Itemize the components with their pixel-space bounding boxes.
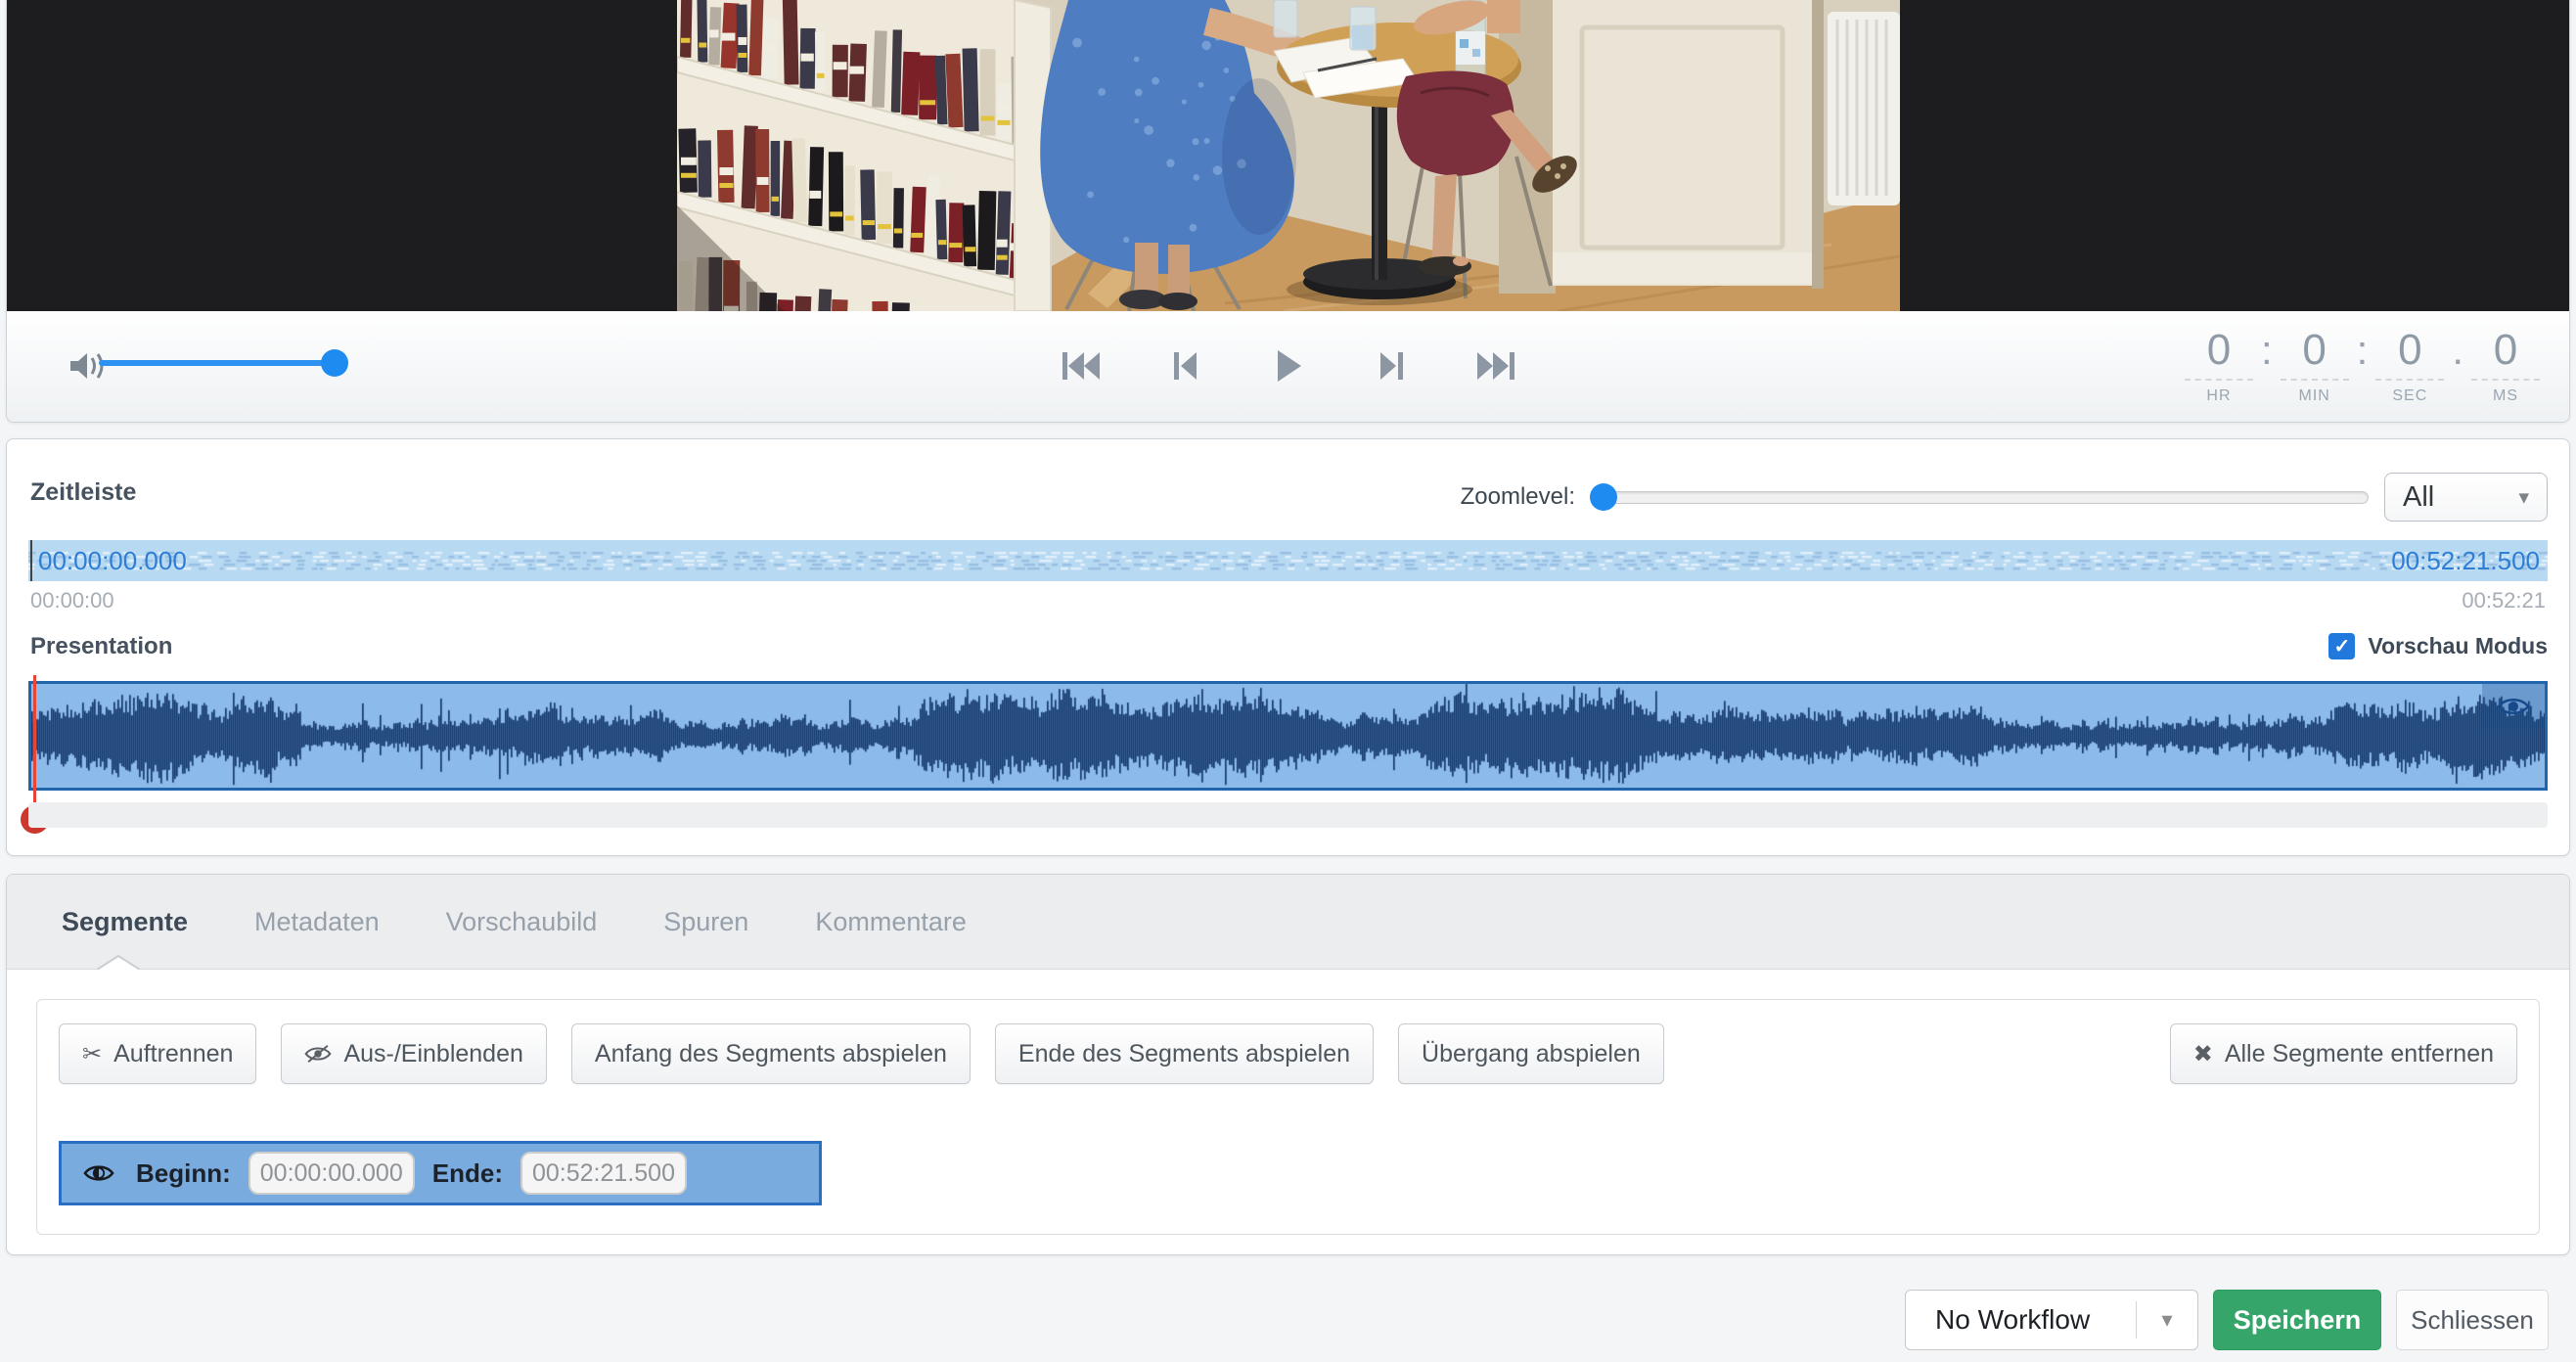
volume-icon [68, 348, 109, 384]
segment-list-item[interactable]: Beginn: Ende: [59, 1141, 822, 1205]
waveform-playhead-line[interactable] [33, 675, 36, 809]
player-controls-bar: 0 HR : 0 MIN : 0 SEC . 0 MS [7, 311, 2569, 422]
workflow-select[interactable]: No Workflow ▾ [1905, 1290, 2198, 1350]
eye-icon [2497, 695, 2530, 718]
video-player-panel: 0 HR : 0 MIN : 0 SEC . 0 MS [6, 0, 2570, 423]
tab-bar: Segmente Metadaten Vorschaubild Spuren K… [7, 875, 2569, 970]
skip-to-end-button[interactable] [1473, 344, 1518, 387]
zoom-range-select[interactable]: All ▾ [2384, 473, 2548, 522]
timeline-start-time: 00:00:00.000 [38, 540, 187, 581]
close-button[interactable]: Schliessen [2396, 1290, 2549, 1350]
toggle-visibility-label: Aus-/Einblenden [343, 1040, 522, 1068]
remove-all-segments-label: Alle Segmente entfernen [2225, 1040, 2494, 1068]
track-name-label: Presentation [30, 633, 172, 660]
door-panel [1553, 0, 1817, 286]
video-still-library-scene [677, 0, 1900, 311]
scissors-icon: ✂ [82, 1040, 102, 1068]
workflow-select-value: No Workflow [1906, 1304, 2136, 1336]
check-icon: ✓ [2334, 637, 2351, 657]
tab-spuren[interactable]: Spuren [630, 907, 782, 937]
timeline-overview-bar[interactable]: 00:00:00.000 00:52:21.500 [28, 540, 2548, 581]
toggle-segment-visibility-button[interactable]: Aus-/Einblenden [281, 1023, 546, 1084]
preview-mode-label: Vorschau Modus [2368, 633, 2548, 659]
zoomlevel-label: Zoomlevel: [1461, 483, 1575, 511]
time-minutes: 0 [2281, 327, 2349, 374]
play-segment-start-label: Anfang des Segments abspielen [595, 1040, 947, 1068]
close-button-label: Schliessen [2411, 1305, 2534, 1336]
tab-metadaten[interactable]: Metadaten [221, 907, 413, 937]
playback-controls [1059, 344, 1518, 387]
audio-waveform [31, 684, 2545, 788]
time-hours: 0 [2185, 327, 2253, 374]
timeline-title: Zeitleiste [30, 478, 136, 507]
split-segment-button[interactable]: ✂ Auftrennen [59, 1023, 256, 1084]
timeline-waveform-texture [28, 540, 2548, 581]
play-button[interactable] [1266, 344, 1311, 387]
save-button[interactable]: Speichern [2213, 1290, 2381, 1350]
play-segment-end-button[interactable]: Ende des Segments abspielen [995, 1023, 1374, 1084]
time-minutes-label: MIN [2281, 379, 2349, 405]
segment-begin-label: Beginn: [136, 1158, 231, 1189]
waveform-scrollbar[interactable] [28, 802, 2548, 828]
editor-tabs-panel: Segmente Metadaten Vorschaubild Spuren K… [6, 874, 2570, 1255]
workflow-caret-button[interactable]: ▾ [2137, 1307, 2197, 1333]
time-milliseconds: 0 [2471, 327, 2540, 374]
preview-mode-checkbox[interactable]: ✓ [2328, 633, 2355, 659]
caret-down-icon: ▾ [2161, 1307, 2172, 1332]
remove-all-segments-button[interactable]: ✖ Alle Segmente entfernen [2170, 1023, 2517, 1084]
play-transition-button[interactable]: Übergang abspielen [1398, 1023, 1664, 1084]
timeline-tick-start: 00:00:00 [30, 588, 114, 613]
segment-end-input[interactable] [520, 1152, 687, 1195]
chevron-down-icon: ▾ [2518, 485, 2529, 510]
footer-actions: No Workflow ▾ Speichern Schliessen [1905, 1290, 2549, 1350]
timeline-tick-end: 00:52:21 [2462, 588, 2546, 613]
volume-slider-track[interactable] [99, 360, 336, 366]
play-segment-start-button[interactable]: Anfang des Segments abspielen [571, 1023, 971, 1084]
segment-begin-input[interactable] [249, 1152, 415, 1195]
time-separator: : [2253, 327, 2281, 374]
eye-slash-icon [304, 1043, 332, 1065]
play-transition-label: Übergang abspielen [1422, 1040, 1641, 1068]
time-milliseconds-label: MS [2471, 379, 2540, 405]
segments-tab-content: ✂ Auftrennen Aus-/Einblenden Anfang des … [36, 999, 2540, 1235]
next-frame-button[interactable] [1370, 344, 1415, 387]
video-frame [7, 0, 2569, 311]
timeline-panel: Zeitleiste Zoomlevel: All ▾ 00:00:00.000… [6, 438, 2570, 856]
zoomlevel-slider-track[interactable] [1591, 491, 2369, 504]
volume-slider-thumb[interactable] [321, 349, 348, 377]
time-seconds-label: SEC [2375, 379, 2444, 405]
current-time-display: 0 HR : 0 MIN : 0 SEC . 0 MS [2185, 327, 2540, 405]
skip-to-start-button[interactable] [1059, 344, 1104, 387]
active-tab-notch [97, 955, 140, 970]
time-hours-label: HR [2185, 379, 2253, 405]
tab-vorschaubild[interactable]: Vorschaubild [413, 907, 631, 937]
segment-end-label: Ende: [432, 1158, 503, 1189]
save-button-label: Speichern [2234, 1305, 2362, 1336]
segment-eye-icon [83, 1161, 114, 1185]
audio-waveform-track[interactable] [28, 681, 2548, 791]
zoom-range-value: All [2403, 481, 2518, 514]
x-icon: ✖ [2193, 1040, 2213, 1068]
time-separator: : [2349, 327, 2376, 374]
timeline-end-time: 00:52:21.500 [2391, 540, 2540, 581]
tab-segmente[interactable]: Segmente [28, 907, 221, 937]
play-segment-end-label: Ende des Segments abspielen [1018, 1040, 1350, 1068]
zoomlevel-slider-thumb[interactable] [1590, 483, 1617, 511]
segment-visibility-overlay[interactable] [2482, 684, 2545, 729]
timeline-playhead[interactable] [30, 540, 32, 581]
tab-kommentare[interactable]: Kommentare [782, 907, 1000, 937]
previous-frame-button[interactable] [1162, 344, 1207, 387]
split-segment-label: Auftrennen [113, 1040, 233, 1068]
segment-toolbar: ✂ Auftrennen Aus-/Einblenden Anfang des … [59, 1023, 2517, 1084]
time-separator: . [2444, 327, 2471, 374]
time-seconds: 0 [2375, 327, 2444, 374]
